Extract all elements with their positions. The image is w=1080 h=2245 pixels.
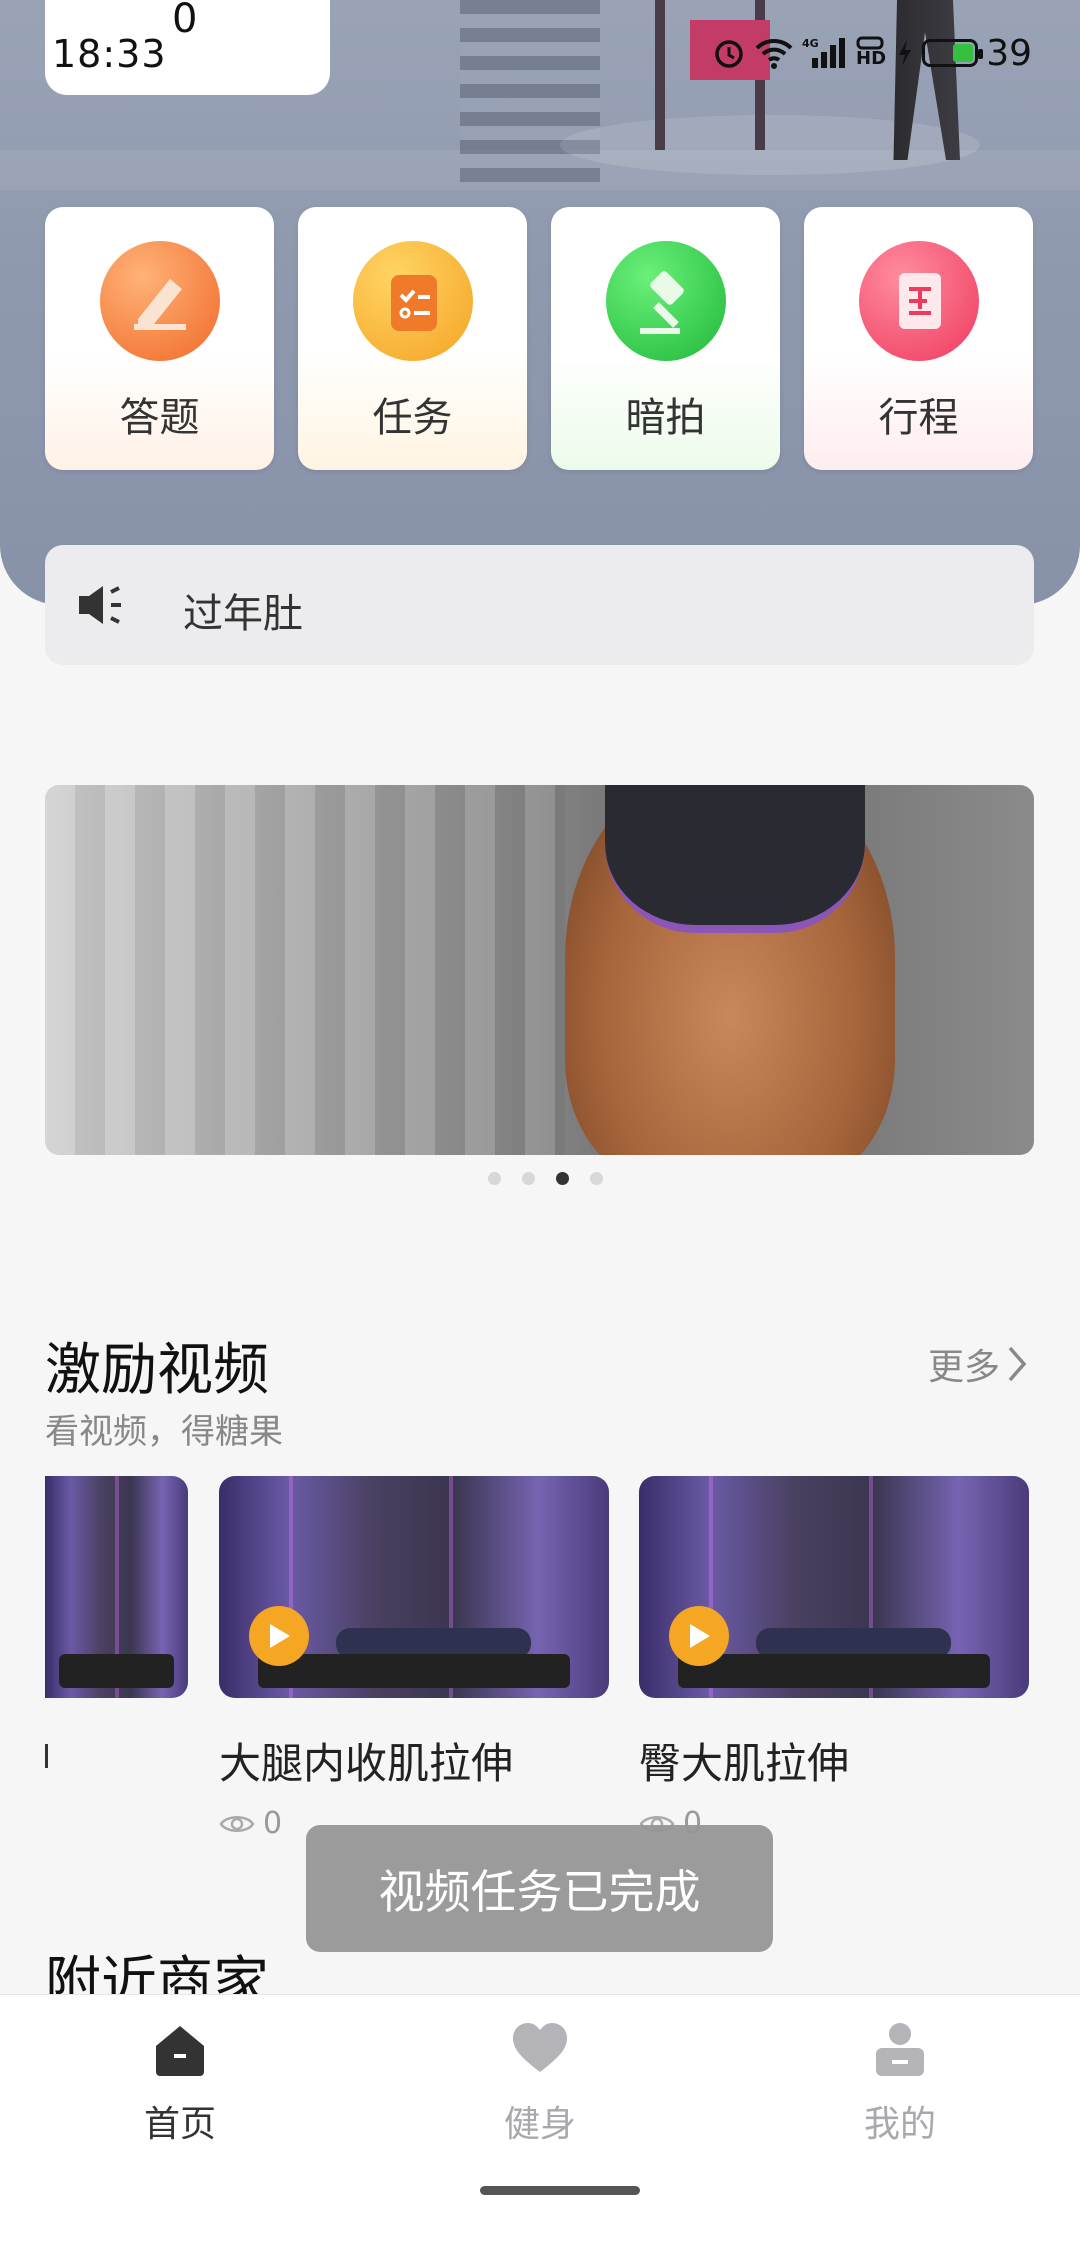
status-time: 18:33 [52,32,167,76]
svg-text:HD: HD [856,48,886,69]
more-link[interactable]: 更多 [928,1338,1028,1390]
chevron-right-icon [1008,1346,1027,1382]
quick-action-label: 行程 [878,395,959,441]
auction-hammer-icon [606,241,726,361]
banner-sports-top [605,785,865,933]
quick-action-label: 答题 [119,395,200,441]
eye-icon [219,1815,255,1832]
speaker-icon [79,586,121,624]
video-card-partial[interactable] [45,1476,188,1698]
home-icon [156,2026,204,2076]
quick-action-task[interactable]: 任务 [298,207,527,470]
promo-banner[interactable] [45,785,1034,1155]
gym-rack-image [460,0,600,190]
nav-fitness-label: 健身 [503,2104,576,2145]
quick-action-auction[interactable]: 暗拍 [551,207,780,470]
play-icon[interactable] [249,1606,309,1666]
bottom-nav: 首页 健身 我的 [0,1994,1080,2245]
task-list-icon [353,241,473,361]
hd-icon: HD [856,36,886,69]
mat-shape [560,115,980,175]
status-icons: 4G HD 39 [712,28,1032,78]
video-thumbnail[interactable] [639,1476,1029,1698]
pagination-dot[interactable] [488,1172,501,1185]
quick-action-label: 任务 [372,395,453,441]
notice-text: 过年肚 [183,591,303,637]
alarm-icon [715,40,743,68]
video-thumbnail-detail [678,1654,990,1688]
toast-message: 视频任务已完成 [306,1825,773,1952]
video-title-fragment [45,1744,48,1768]
nav-fitness[interactable]: 健身 [360,1995,720,2165]
battery-level: 39 [986,32,1032,74]
banner-pagination [488,1172,603,1185]
video-thumbnail-detail [59,1654,174,1688]
nav-profile-label: 我的 [863,2104,936,2145]
more-label: 更多 [927,1347,1000,1388]
svg-text:4G: 4G [802,37,819,50]
incentive-section-subtitle: 看视频，得糖果 [45,1412,283,1452]
pagination-dot[interactable] [556,1172,569,1185]
video-thumbnail[interactable] [219,1476,609,1698]
nav-profile[interactable]: 我的 [720,1995,1080,2165]
notification-count: 0 [172,0,198,42]
battery-icon [922,39,984,67]
quick-action-label: 暗拍 [625,395,706,441]
video-thumbnail-detail [258,1654,570,1688]
video-title[interactable]: 臀大肌拉伸 [639,1730,849,1791]
play-icon[interactable] [669,1606,729,1666]
pencil-icon [100,241,220,361]
quick-action-itinerary[interactable]: 行程 [804,207,1033,470]
profile-icon [876,2023,924,2076]
cellular-signal-icon: 4G [802,37,846,68]
video-views: 0 [219,1806,282,1841]
pagination-dot[interactable] [590,1172,603,1185]
banner-gym-background [45,785,565,1155]
heart-icon [513,2023,567,2072]
nav-home[interactable]: 首页 [0,1995,360,2165]
pagination-dot[interactable] [522,1172,535,1185]
incentive-section-title: 激励视频 [45,1338,269,1403]
charging-icon [899,40,912,66]
itinerary-document-icon [859,241,979,361]
quick-action-answer[interactable]: 答题 [45,207,274,470]
home-indicator[interactable] [480,2186,640,2195]
wifi-icon [755,38,793,69]
notice-bar[interactable]: 过年肚 [45,545,1034,665]
video-title[interactable]: 大腿内收肌拉伸 [219,1730,513,1791]
view-count: 0 [263,1806,283,1841]
nav-home-label: 首页 [143,2104,216,2145]
